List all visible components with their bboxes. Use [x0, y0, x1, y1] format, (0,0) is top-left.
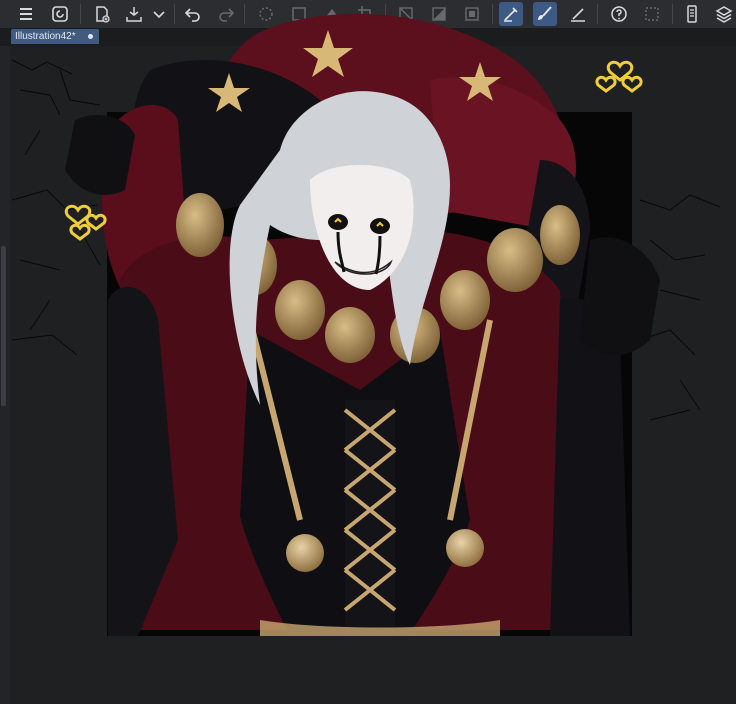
right-hand [580, 237, 660, 355]
bell-left [286, 534, 324, 572]
left-hand [65, 115, 135, 195]
bell-right [446, 529, 484, 567]
jester-body [108, 230, 630, 636]
heart-doodles-left [64, 204, 107, 241]
heart-doodles-right [595, 60, 643, 93]
illustration-canvas[interactable] [0, 0, 736, 704]
